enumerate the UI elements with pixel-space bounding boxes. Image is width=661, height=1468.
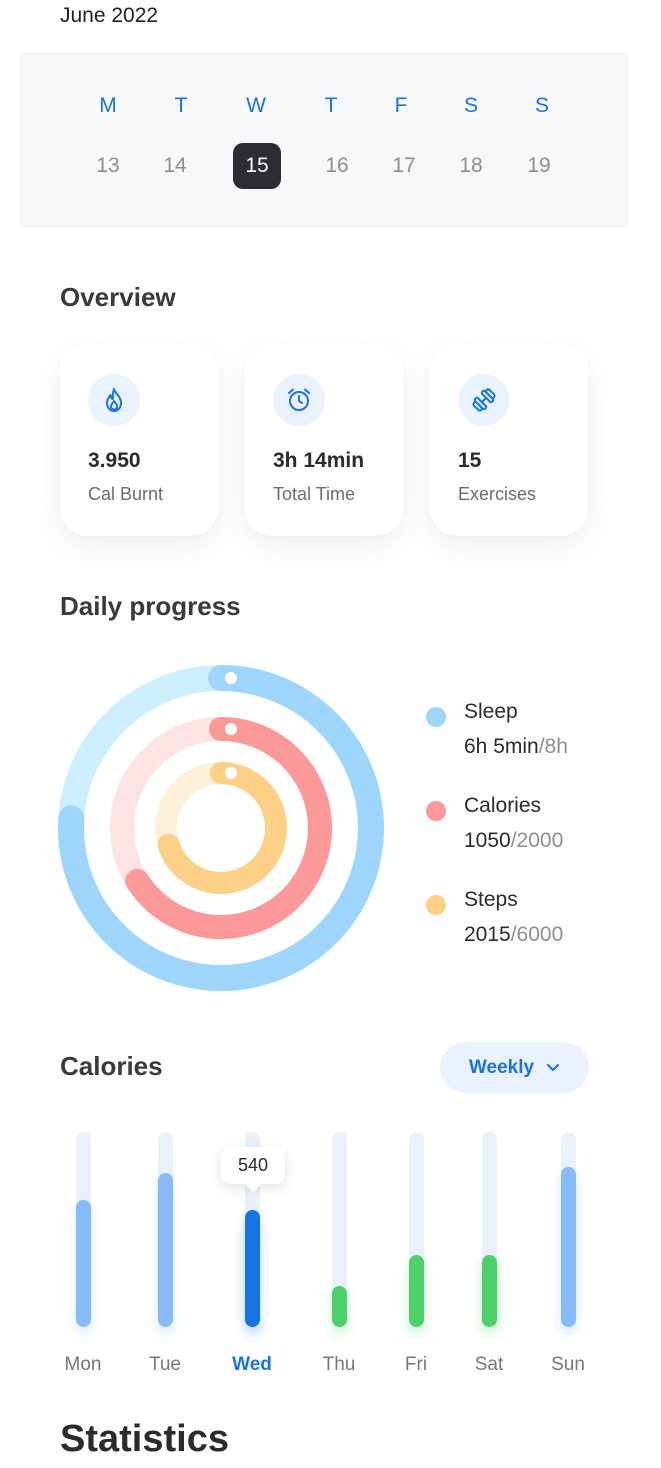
calories-burnt-value: 3.950 xyxy=(88,449,141,472)
exercises-value: 15 xyxy=(458,449,482,472)
chevron-down-icon xyxy=(547,1064,560,1071)
bar-label-tue[interactable]: Tue xyxy=(130,1354,200,1376)
calories-label: Calories xyxy=(464,794,542,817)
bar-track-fri[interactable] xyxy=(409,1132,424,1327)
total-time-value: 3h 14min xyxy=(273,449,365,472)
bar-label-mon[interactable]: Mon xyxy=(48,1354,118,1376)
week-strip: M T W T F S S 13 14 15 16 17 18 19 xyxy=(20,52,628,228)
bar-fri xyxy=(409,1255,424,1327)
bar-sat xyxy=(482,1255,497,1327)
dumbbell-icon xyxy=(458,374,510,426)
day-number-13[interactable]: 13 xyxy=(84,143,132,189)
overview-card-time[interactable]: 3h 14min Total Time xyxy=(245,344,403,536)
day-number-16[interactable]: 16 xyxy=(313,143,361,189)
sleep-label: Sleep xyxy=(464,700,518,723)
calories-value: 1050/2000 xyxy=(464,829,563,853)
daily-progress-rings xyxy=(58,665,384,991)
calories-current: 1050 xyxy=(464,829,511,852)
month-label: June 2022 xyxy=(60,4,159,27)
bar-track-thu[interactable] xyxy=(332,1132,347,1327)
day-number-14[interactable]: 14 xyxy=(151,143,199,189)
overview-title: Overview xyxy=(60,282,176,312)
bar-label-thu[interactable]: Thu xyxy=(304,1354,374,1376)
bar-track-sun[interactable] xyxy=(561,1132,576,1327)
day-number-18[interactable]: 18 xyxy=(447,143,495,189)
bar-wed xyxy=(245,1210,260,1327)
day-number-19[interactable]: 19 xyxy=(515,143,563,189)
bar-label-fri[interactable]: Fri xyxy=(381,1354,451,1376)
exercises-label: Exercises xyxy=(458,484,537,504)
alarm-clock-icon xyxy=(273,374,325,426)
bar-label-sun[interactable]: Sun xyxy=(533,1354,603,1376)
day-letter-wed: W xyxy=(246,94,266,117)
overview-card-calories[interactable]: 3.950 Cal Burnt xyxy=(60,344,218,536)
bar-sun xyxy=(561,1167,576,1327)
day-letter-sun: S xyxy=(534,94,549,117)
statistics-title: Statistics xyxy=(60,1418,229,1460)
bar-thu xyxy=(332,1286,347,1327)
bar-value-tooltip: 540 xyxy=(221,1147,285,1184)
calories-goal: /2000 xyxy=(510,829,564,852)
bar-track-sat[interactable] xyxy=(482,1132,497,1327)
steps-label: Steps xyxy=(464,888,518,911)
calories-burnt-label: Cal Burnt xyxy=(88,484,164,504)
weekly-range-dropdown[interactable]: Weekly xyxy=(440,1042,589,1093)
sleep-value: 6h 5min/8h xyxy=(464,735,568,759)
calories-ring-knob xyxy=(225,723,237,735)
sleep-goal: /8h xyxy=(538,735,568,758)
steps-ring-knob xyxy=(225,767,237,779)
day-letter-fri: F xyxy=(394,94,408,117)
steps-dot xyxy=(426,895,446,915)
steps-current: 2015 xyxy=(464,923,511,946)
sleep-dot xyxy=(426,707,446,727)
day-letter-mon: M xyxy=(99,94,117,117)
bar-mon xyxy=(76,1200,91,1327)
bar-tue xyxy=(158,1173,173,1327)
day-letter-tue: T xyxy=(174,94,188,117)
total-time-label: Total Time xyxy=(273,484,356,504)
sleep-current: 6h 5min xyxy=(464,735,539,758)
bar-track-tue[interactable] xyxy=(158,1132,173,1327)
bar-track-mon[interactable] xyxy=(76,1132,91,1327)
day-letter-sat: S xyxy=(463,94,478,117)
steps-value: 2015/6000 xyxy=(464,923,563,947)
day-letter-thu: T xyxy=(324,94,338,117)
flame-icon xyxy=(88,374,140,426)
range-label: Weekly xyxy=(468,1056,535,1078)
day-number-15-selected[interactable]: 15 xyxy=(233,143,281,189)
sleep-ring-knob xyxy=(225,672,237,684)
overview-card-exercises[interactable]: 15 Exercises xyxy=(430,344,588,536)
daily-progress-title: Daily progress xyxy=(60,591,241,621)
calories-dot xyxy=(426,801,446,821)
bar-label-sat[interactable]: Sat xyxy=(454,1354,524,1376)
steps-goal: /6000 xyxy=(510,923,564,946)
day-number-17[interactable]: 17 xyxy=(380,143,428,189)
calories-title: Calories xyxy=(60,1051,163,1081)
bar-label-wed[interactable]: Wed xyxy=(217,1354,287,1376)
